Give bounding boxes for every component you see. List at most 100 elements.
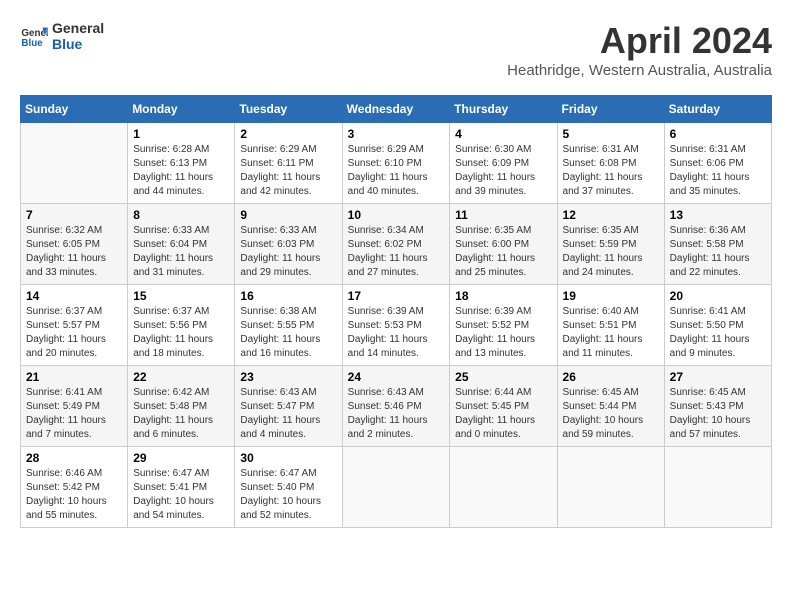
day-number: 9	[240, 208, 336, 222]
day-info: Sunrise: 6:29 AMSunset: 6:10 PMDaylight:…	[348, 143, 445, 199]
calendar-cell: 19 Sunrise: 6:40 AMSunset: 5:51 PMDayligh…	[557, 285, 664, 366]
week-row-5: 28Sunrise: 6:46 AMSunset: 5:42 PMDayligh…	[21, 447, 772, 528]
day-number: 4	[455, 127, 551, 141]
day-info: Sunrise: 6:40 AMSunset: 5:51 PMDaylight:…	[563, 305, 659, 361]
month-title: April 2024	[507, 20, 772, 62]
day-number: 2	[240, 127, 336, 141]
calendar-cell: 12 Sunrise: 6:35 AMSunset: 5:59 PMDayligh…	[557, 204, 664, 285]
day-number: 28	[26, 451, 122, 465]
logo-text-general: General	[52, 20, 104, 36]
day-number: 3	[348, 127, 445, 141]
calendar-cell: 8 Sunrise: 6:33 AMSunset: 6:04 PMDaylight…	[128, 204, 235, 285]
day-info: Sunrise: 6:32 AMSunset: 6:05 PMDaylight:…	[26, 224, 122, 280]
day-number: 17	[348, 289, 445, 303]
day-info: Sunrise: 6:43 AMSunset: 5:47 PMDaylight:…	[240, 386, 336, 442]
page-header: General Blue General Blue April 2024 Hea…	[20, 20, 772, 79]
logo-text-blue: Blue	[52, 36, 104, 52]
day-number: 12	[563, 208, 659, 222]
calendar-cell	[664, 447, 771, 528]
calendar-cell: 28Sunrise: 6:46 AMSunset: 5:42 PMDayligh…	[21, 447, 128, 528]
day-info: Sunrise: 6:44 AMSunset: 5:45 PMDaylight:…	[455, 386, 551, 442]
day-info: Sunrise: 6:41 AMSunset: 5:49 PMDaylight:…	[26, 386, 122, 442]
day-number: 22	[133, 370, 229, 384]
calendar-cell: 26 Sunrise: 6:45 AMSunset: 5:44 PMDayligh…	[557, 366, 664, 447]
day-info: Sunrise: 6:33 AMSunset: 6:04 PMDaylight:…	[133, 224, 229, 280]
calendar-cell	[450, 447, 557, 528]
calendar-cell: 15 Sunrise: 6:37 AMSunset: 5:56 PMDayligh…	[128, 285, 235, 366]
day-number: 30	[240, 451, 336, 465]
day-number: 19	[563, 289, 659, 303]
day-number: 29	[133, 451, 229, 465]
logo-icon: General Blue	[20, 22, 48, 50]
day-number: 16	[240, 289, 336, 303]
day-number: 6	[670, 127, 766, 141]
week-row-1: 1Sunrise: 6:28 AMSunset: 6:13 PMDaylight…	[21, 123, 772, 204]
day-number: 13	[670, 208, 766, 222]
day-info: Sunrise: 6:33 AMSunset: 6:03 PMDaylight:…	[240, 224, 336, 280]
day-number: 26	[563, 370, 659, 384]
day-number: 27	[670, 370, 766, 384]
calendar-cell: 9 Sunrise: 6:33 AMSunset: 6:03 PMDaylight…	[235, 204, 342, 285]
day-info: Sunrise: 6:43 AMSunset: 5:46 PMDaylight:…	[348, 386, 445, 442]
day-info: Sunrise: 6:34 AMSunset: 6:02 PMDaylight:…	[348, 224, 445, 280]
location-subtitle: Heathridge, Western Australia, Australia	[507, 62, 772, 79]
calendar-cell: 6Sunrise: 6:31 AMSunset: 6:06 PMDaylight…	[664, 123, 771, 204]
calendar-cell: 20Sunrise: 6:41 AMSunset: 5:50 PMDayligh…	[664, 285, 771, 366]
header-wednesday: Wednesday	[342, 96, 450, 123]
calendar-cell: 2 Sunrise: 6:29 AMSunset: 6:11 PMDaylight…	[235, 123, 342, 204]
calendar-cell: 7 Sunrise: 6:32 AMSunset: 6:05 PMDaylight…	[21, 204, 128, 285]
calendar-header-row: SundayMondayTuesdayWednesdayThursdayFrid…	[21, 96, 772, 123]
day-number: 15	[133, 289, 229, 303]
day-number: 11	[455, 208, 551, 222]
calendar-cell: 29 Sunrise: 6:47 AMSunset: 5:41 PMDayligh…	[128, 447, 235, 528]
day-number: 10	[348, 208, 445, 222]
calendar-cell: 5 Sunrise: 6:31 AMSunset: 6:08 PMDaylight…	[557, 123, 664, 204]
day-number: 8	[133, 208, 229, 222]
week-row-4: 21Sunrise: 6:41 AMSunset: 5:49 PMDayligh…	[21, 366, 772, 447]
day-info: Sunrise: 6:37 AMSunset: 5:56 PMDaylight:…	[133, 305, 229, 361]
calendar-cell: 24Sunrise: 6:43 AMSunset: 5:46 PMDayligh…	[342, 366, 450, 447]
week-row-2: 7 Sunrise: 6:32 AMSunset: 6:05 PMDaylight…	[21, 204, 772, 285]
day-info: Sunrise: 6:29 AMSunset: 6:11 PMDaylight:…	[240, 143, 336, 199]
calendar-cell: 23 Sunrise: 6:43 AMSunset: 5:47 PMDayligh…	[235, 366, 342, 447]
header-tuesday: Tuesday	[235, 96, 342, 123]
header-saturday: Saturday	[664, 96, 771, 123]
day-number: 23	[240, 370, 336, 384]
day-number: 7	[26, 208, 122, 222]
day-info: Sunrise: 6:30 AMSunset: 6:09 PMDaylight:…	[455, 143, 551, 199]
calendar-table: SundayMondayTuesdayWednesdayThursdayFrid…	[20, 95, 772, 528]
calendar-cell	[557, 447, 664, 528]
calendar-cell: 22Sunrise: 6:42 AMSunset: 5:48 PMDayligh…	[128, 366, 235, 447]
day-number: 5	[563, 127, 659, 141]
calendar-cell: 4 Sunrise: 6:30 AMSunset: 6:09 PMDaylight…	[450, 123, 557, 204]
calendar-cell: 18 Sunrise: 6:39 AMSunset: 5:52 PMDayligh…	[450, 285, 557, 366]
calendar-cell: 3 Sunrise: 6:29 AMSunset: 6:10 PMDaylight…	[342, 123, 450, 204]
header-friday: Friday	[557, 96, 664, 123]
title-block: April 2024 Heathridge, Western Australia…	[507, 20, 772, 79]
day-number: 25	[455, 370, 551, 384]
day-number: 1	[133, 127, 229, 141]
day-info: Sunrise: 6:37 AMSunset: 5:57 PMDaylight:…	[26, 305, 122, 361]
day-info: Sunrise: 6:35 AMSunset: 5:59 PMDaylight:…	[563, 224, 659, 280]
calendar-cell: 17Sunrise: 6:39 AMSunset: 5:53 PMDayligh…	[342, 285, 450, 366]
calendar-cell: 10 Sunrise: 6:34 AMSunset: 6:02 PMDayligh…	[342, 204, 450, 285]
day-number: 18	[455, 289, 551, 303]
calendar-cell: 30 Sunrise: 6:47 AMSunset: 5:40 PMDayligh…	[235, 447, 342, 528]
day-number: 20	[670, 289, 766, 303]
day-info: Sunrise: 6:47 AMSunset: 5:41 PMDaylight:…	[133, 467, 229, 523]
day-info: Sunrise: 6:47 AMSunset: 5:40 PMDaylight:…	[240, 467, 336, 523]
day-info: Sunrise: 6:35 AMSunset: 6:00 PMDaylight:…	[455, 224, 551, 280]
day-info: Sunrise: 6:31 AMSunset: 6:08 PMDaylight:…	[563, 143, 659, 199]
week-row-3: 14 Sunrise: 6:37 AMSunset: 5:57 PMDayligh…	[21, 285, 772, 366]
day-info: Sunrise: 6:45 AMSunset: 5:44 PMDaylight:…	[563, 386, 659, 442]
day-info: Sunrise: 6:45 AMSunset: 5:43 PMDaylight:…	[670, 386, 766, 442]
calendar-cell: 14 Sunrise: 6:37 AMSunset: 5:57 PMDayligh…	[21, 285, 128, 366]
logo: General Blue General Blue	[20, 20, 104, 52]
day-info: Sunrise: 6:38 AMSunset: 5:55 PMDaylight:…	[240, 305, 336, 361]
header-thursday: Thursday	[450, 96, 557, 123]
day-info: Sunrise: 6:39 AMSunset: 5:52 PMDaylight:…	[455, 305, 551, 361]
calendar-cell: 16 Sunrise: 6:38 AMSunset: 5:55 PMDayligh…	[235, 285, 342, 366]
svg-text:Blue: Blue	[21, 38, 43, 49]
day-number: 14	[26, 289, 122, 303]
calendar-cell: 27 Sunrise: 6:45 AMSunset: 5:43 PMDayligh…	[664, 366, 771, 447]
